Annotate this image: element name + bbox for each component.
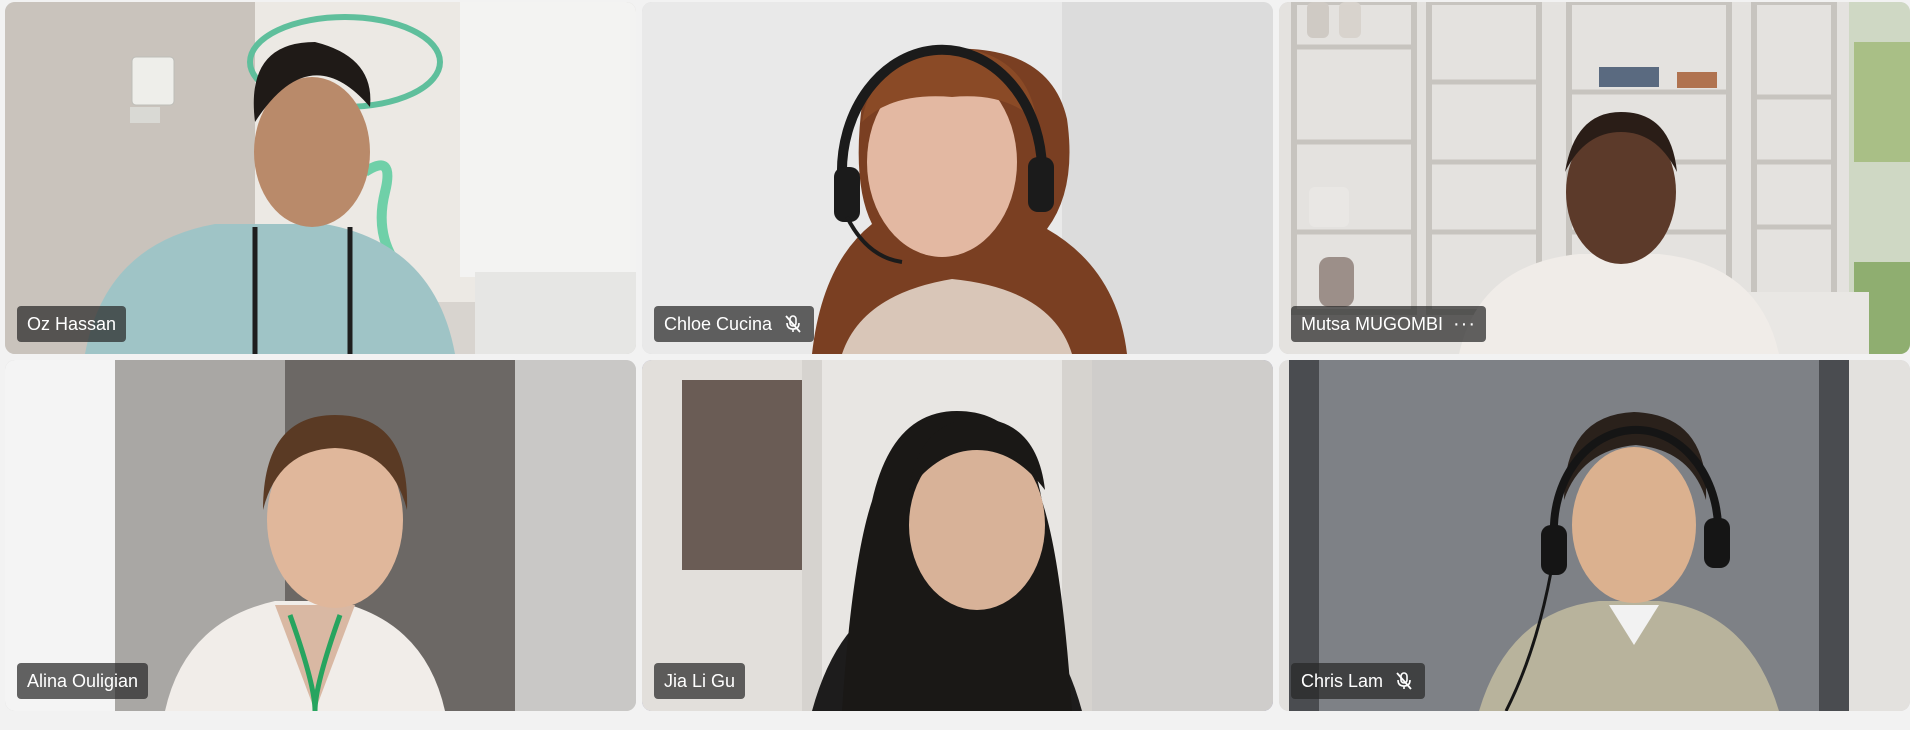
video-grid: Oz Hassan Chloe Cucina Mutsa MUGOMBI ···…: [0, 0, 1910, 715]
video-tile-alina-ouligian[interactable]: Alina Ouligian: [5, 360, 636, 711]
video-feed: [1279, 360, 1910, 711]
participant-name-tag: Jia Li Gu: [654, 663, 746, 699]
participant-name-tag: Chloe Cucina: [654, 306, 815, 342]
video-feed: [5, 360, 636, 711]
participant-name: Mutsa MUGOMBI: [1301, 314, 1444, 334]
mic-off-icon: [782, 313, 804, 335]
video-tile-chloe-cucina[interactable]: Chloe Cucina: [642, 2, 1273, 354]
participant-name: Alina Ouligian: [27, 671, 139, 691]
video-feed: [642, 360, 1273, 711]
video-feed: [1279, 2, 1910, 354]
participant-name-tag: Alina Ouligian: [17, 663, 149, 699]
participant-name: Chloe Cucina: [664, 314, 773, 334]
video-tile-jia-li-gu[interactable]: Jia Li Gu: [642, 360, 1273, 711]
participant-name-tag: Chris Lam: [1291, 663, 1426, 699]
participant-name-tag: Oz Hassan: [17, 306, 127, 342]
video-tile-mutsa-mugombi[interactable]: Mutsa MUGOMBI ···: [1279, 2, 1910, 354]
participant-name: Chris Lam: [1301, 671, 1384, 691]
participant-name-tag: Mutsa MUGOMBI ···: [1291, 306, 1486, 342]
more-options-icon[interactable]: ···: [1453, 306, 1476, 342]
participant-name: Jia Li Gu: [664, 671, 736, 691]
participant-name: Oz Hassan: [27, 314, 117, 334]
video-feed: [5, 2, 636, 354]
video-tile-oz-hassan[interactable]: Oz Hassan: [5, 2, 636, 354]
video-tile-chris-lam[interactable]: Chris Lam: [1279, 360, 1910, 711]
video-feed: [642, 2, 1273, 354]
mic-off-icon: [1393, 670, 1415, 692]
